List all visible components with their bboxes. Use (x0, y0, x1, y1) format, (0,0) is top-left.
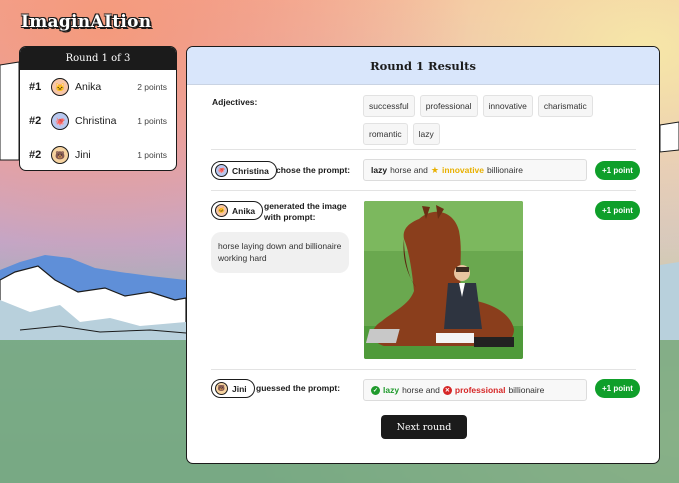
user-pill-christina: 🐙 Christina (211, 161, 277, 180)
generated-image (364, 201, 523, 359)
adjective-chip: innovative (482, 95, 533, 117)
player-points: 1 points (137, 116, 167, 126)
divider (211, 190, 636, 191)
leaderboard: Round 1 of 3 #1 🐱 Anika 2 points #2 🐙 Ch… (19, 46, 177, 171)
star-icon: ★ (430, 164, 439, 175)
player-rank: #1 (29, 81, 42, 93)
cat-avatar-icon: 🐱 (51, 78, 69, 96)
leaderboard-header: Round 1 of 3 (20, 47, 176, 70)
adjective-chip: professional (419, 95, 478, 117)
x-icon: ✕ (442, 385, 452, 395)
divider (211, 149, 636, 150)
adjectives-list: successful professional innovative chari… (363, 95, 633, 145)
prompt-word: horse and (390, 165, 428, 175)
point-badge: +1 point (595, 379, 640, 398)
chose-prompt-label: chose the prompt: (276, 165, 351, 175)
prompt-word: billionaire (508, 385, 545, 395)
prompt-word: professional (454, 385, 506, 395)
leaderboard-row: #2 🐙 Christina 1 points (20, 104, 176, 138)
player-rank: #2 (29, 149, 42, 161)
prompt-word: horse and (402, 385, 440, 395)
prompt-word: lazy (371, 165, 388, 175)
player-name: Anika (75, 81, 102, 93)
point-badge: +1 point (595, 161, 640, 180)
leaderboard-row: #1 🐱 Anika 2 points (20, 70, 176, 104)
adjectives-label: Adjectives: (212, 97, 258, 107)
octopus-avatar-icon: 🐙 (51, 112, 69, 130)
adjective-chip: successful (363, 95, 415, 117)
prompt-word: billionaire (487, 165, 523, 175)
adjective-chip: romantic (363, 123, 408, 145)
user-name: Christina (232, 165, 269, 176)
player-points: 1 points (137, 150, 167, 160)
results-title: Round 1 Results (187, 47, 659, 85)
chosen-prompt: lazy horse and ★ innovative billionaire (363, 159, 587, 181)
bear-avatar-icon: 🐻 (51, 146, 69, 164)
generated-prompt-label: generated the image with prompt: (264, 201, 347, 223)
bear-avatar-icon: 🐻 (215, 382, 228, 395)
user-pill-anika: 🐱 Anika (211, 201, 264, 220)
player-points: 2 points (137, 82, 167, 92)
divider (211, 369, 636, 370)
results-panel: Round 1 Results Adjectives: successful p… (186, 46, 660, 464)
app-logo: ImaginAItion (21, 12, 152, 32)
adjective-chip: charismatic (537, 95, 593, 117)
player-name: Jini (75, 149, 91, 161)
cat-avatar-icon: 🐱 (215, 204, 228, 217)
guessed-prompt: ✓ lazy horse and ✕ professional billiona… (363, 379, 587, 401)
guessed-prompt-label: guessed the prompt: (256, 383, 341, 393)
user-name: Jini (232, 383, 247, 394)
adjective-chip: lazy (412, 123, 440, 145)
prompt-word: innovative (441, 165, 485, 175)
next-round-button[interactable]: Next round (381, 415, 467, 439)
user-name: Anika (232, 205, 256, 216)
original-prompt-bubble: horse laying down and billionaire workin… (211, 232, 349, 273)
prompt-word: lazy (383, 385, 400, 395)
point-badge: +1 point (595, 201, 640, 220)
user-pill-jini: 🐻 Jini (211, 379, 255, 398)
check-icon: ✓ (371, 385, 380, 395)
octopus-avatar-icon: 🐙 (215, 164, 228, 177)
player-name: Christina (75, 115, 117, 127)
leaderboard-row: #2 🐻 Jini 1 points (20, 138, 176, 170)
player-rank: #2 (29, 115, 42, 127)
